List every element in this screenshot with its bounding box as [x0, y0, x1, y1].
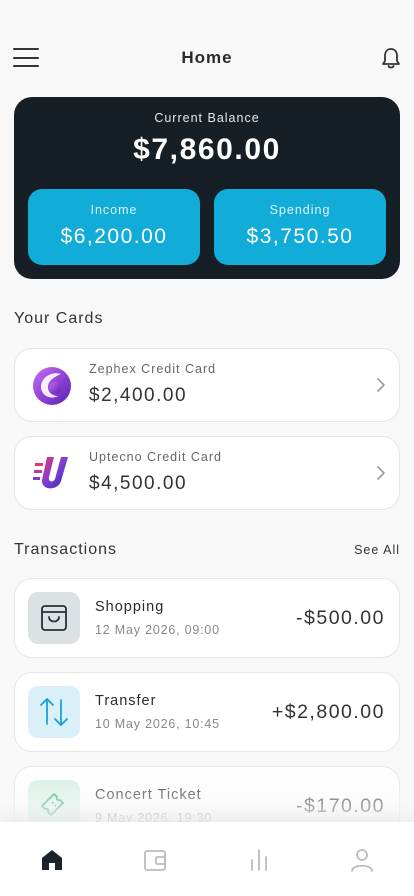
page-title: Home [181, 48, 233, 67]
card-name: Uptecno Credit Card [89, 450, 222, 464]
card-item-uptecno[interactable]: Uptecno Credit Card $4,500.00 [14, 436, 400, 510]
transaction-amount: +$2,800.00 [271, 701, 385, 723]
shopping-bag-icon [28, 592, 80, 644]
transaction-name: Shopping [95, 599, 165, 615]
user-icon[interactable] [348, 846, 376, 874]
transaction-row[interactable]: Transfer 10 May 2026, 10:45 +$2,800.00 [14, 672, 400, 752]
spending-label: Spending [269, 203, 331, 217]
zephex-logo-icon [33, 367, 71, 405]
bottom-tab-bar [0, 822, 414, 896]
balance-label: Current Balance [154, 111, 260, 125]
card-item-zephex[interactable]: Zephex Credit Card $2,400.00 [14, 348, 400, 422]
chart-icon[interactable] [245, 846, 273, 874]
balance-value: $7,860.00 [133, 133, 281, 166]
card-name: Zephex Credit Card [89, 362, 217, 376]
cards-section-title: Your Cards [14, 310, 104, 327]
transaction-name: Concert Ticket [95, 787, 202, 803]
transactions-section-title: Transactions [14, 541, 117, 558]
spending-value: $3,750.50 [246, 225, 354, 248]
bell-icon[interactable] [380, 46, 402, 70]
card-amount: $4,500.00 [89, 473, 188, 494]
spending-card[interactable]: Spending $3,750.50 [214, 189, 386, 265]
card-amount: $2,400.00 [89, 385, 188, 406]
income-value: $6,200.00 [60, 225, 168, 248]
income-label: Income [90, 203, 138, 217]
app-header: Home [0, 40, 414, 76]
balance-card: Current Balance $7,860.00 Income $6,200.… [14, 97, 400, 279]
transfer-arrows-icon [28, 686, 80, 738]
chevron-right-icon [377, 466, 385, 480]
chevron-right-icon [377, 378, 385, 392]
home-icon[interactable] [38, 846, 66, 874]
transaction-date: 12 May 2026, 09:00 [95, 623, 220, 637]
see-all-link[interactable]: See All [354, 543, 400, 557]
wallet-icon[interactable] [141, 846, 169, 874]
transaction-amount: -$170.00 [296, 795, 385, 817]
transaction-name: Transfer [95, 693, 157, 709]
transaction-amount: -$500.00 [296, 607, 385, 629]
uptecno-logo-icon [33, 457, 68, 489]
transaction-row[interactable]: Shopping 12 May 2026, 09:00 -$500.00 [14, 578, 400, 658]
transaction-date: 10 May 2026, 10:45 [95, 717, 220, 731]
income-card[interactable]: Income $6,200.00 [28, 189, 200, 265]
